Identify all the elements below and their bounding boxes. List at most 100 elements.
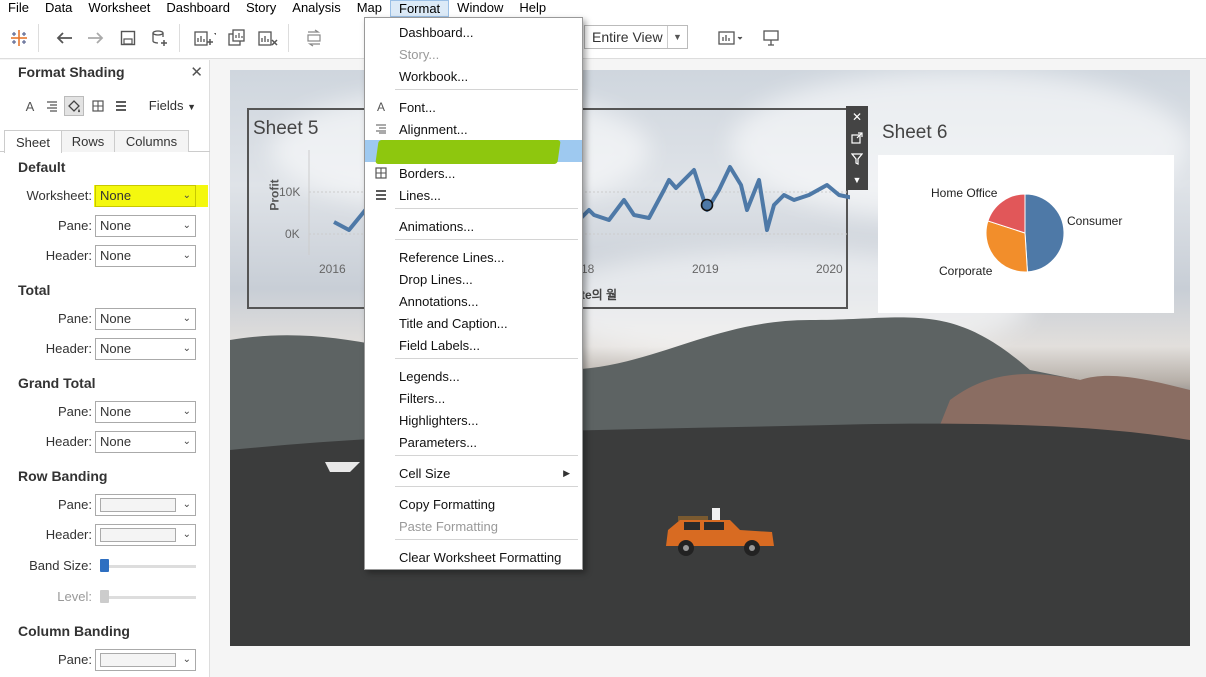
band-size-label: Band Size:: [29, 558, 92, 573]
undo-icon[interactable]: [51, 25, 77, 51]
menu-item-cell-size[interactable]: Cell Size ▶: [365, 462, 582, 484]
menubar: File Data Worksheet Dashboard Story Anal…: [0, 0, 1206, 17]
menu-item-legends[interactable]: Legends...: [365, 365, 582, 387]
lines-icon[interactable]: [111, 96, 131, 116]
grand-total-pane-value: None: [100, 404, 132, 419]
grand-total-header-select[interactable]: None ⌄: [95, 431, 196, 453]
show-cards-icon[interactable]: [718, 25, 744, 51]
total-pane-value: None: [100, 311, 132, 326]
menu-item-label: Story...: [399, 46, 440, 62]
band-size-slider[interactable]: [100, 565, 196, 568]
chevron-down-icon: ⌄: [182, 250, 191, 261]
menu-map[interactable]: Map: [349, 0, 390, 17]
font-icon[interactable]: A: [20, 96, 40, 116]
menu-item-drop-lines[interactable]: Drop Lines...: [365, 268, 582, 290]
alignment-icon[interactable]: [42, 96, 62, 116]
menu-item-clear-worksheet-formatting[interactable]: Clear Worksheet Formatting: [365, 546, 582, 568]
menu-worksheet[interactable]: Worksheet: [80, 0, 158, 17]
filter-icon[interactable]: [846, 148, 868, 169]
menu-story[interactable]: Story: [238, 0, 284, 17]
menu-item-copy-formatting[interactable]: Copy Formatting: [365, 493, 582, 515]
menu-item-title-and-caption[interactable]: Title and Caption...: [365, 312, 582, 334]
menu-format[interactable]: Format: [390, 0, 450, 17]
row-banding-pane-select[interactable]: ⌄: [95, 494, 196, 516]
sheet6-container[interactable]: Home Office Consumer Corporate: [878, 155, 1174, 313]
menu-analysis[interactable]: Analysis: [284, 0, 348, 17]
menu-data[interactable]: Data: [37, 0, 80, 17]
go-to-sheet-icon[interactable]: [846, 127, 868, 148]
borders-icon[interactable]: [88, 96, 108, 116]
lines-icon: [373, 187, 389, 203]
fields-dropdown[interactable]: Fields ▼: [149, 98, 196, 113]
default-header-value: None: [100, 248, 132, 263]
chevron-down-icon: ⌄: [182, 529, 191, 540]
menu-item-dashboard[interactable]: Dashboard...: [365, 21, 582, 43]
menu-separator: [395, 208, 578, 209]
pane-label: Pane:: [58, 311, 92, 326]
menu-item-alignment[interactable]: Alignment...: [365, 118, 582, 140]
menu-item-workbook[interactable]: Workbook...: [365, 65, 582, 87]
sheet6-pie-chart: [985, 193, 1065, 273]
sheet6-title: Sheet 6: [882, 122, 948, 143]
new-data-source-icon[interactable]: [147, 25, 173, 51]
menu-item-reference-lines[interactable]: Reference Lines...: [365, 246, 582, 268]
more-options-icon[interactable]: ▼: [846, 169, 868, 190]
menu-item-highlighters[interactable]: Highlighters...: [365, 409, 582, 431]
menu-item-label: Paste Formatting: [399, 518, 498, 534]
worksheet-label: Worksheet:: [26, 188, 92, 203]
section-total: Total: [18, 282, 51, 298]
menu-item-font[interactable]: A Font...: [365, 96, 582, 118]
total-header-select[interactable]: None ⌄: [95, 338, 196, 360]
pane-label: Pane:: [58, 497, 92, 512]
x-tick-2020: 2020: [816, 262, 843, 276]
swap-icon[interactable]: [301, 25, 327, 51]
menu-item-parameters[interactable]: Parameters...: [365, 431, 582, 453]
presentation-mode-icon[interactable]: [758, 25, 784, 51]
redo-icon[interactable]: [83, 25, 109, 51]
band-size-slider-handle[interactable]: [100, 559, 109, 572]
menu-dashboard[interactable]: Dashboard: [158, 0, 238, 17]
close-icon[interactable]: ✕: [190, 63, 203, 81]
menu-window[interactable]: Window: [449, 0, 511, 17]
save-icon[interactable]: [115, 25, 141, 51]
sheet-controls: ✕ ▼: [846, 106, 868, 190]
pie-slice-consumer[interactable]: [1024, 193, 1065, 273]
tab-rows[interactable]: Rows: [61, 130, 115, 152]
default-header-select[interactable]: None ⌄: [95, 245, 196, 267]
worksheet-shading-select[interactable]: None ⌄: [95, 185, 196, 207]
data-point-marker[interactable]: [700, 198, 714, 212]
remove-sheet-icon[interactable]: ✕: [846, 106, 868, 127]
total-pane-select[interactable]: None ⌄: [95, 308, 196, 330]
menu-item-lines[interactable]: Lines...: [365, 184, 582, 206]
menu-separator: [395, 486, 578, 487]
chevron-down-icon: ⌄: [182, 190, 191, 201]
section-row-banding: Row Banding: [18, 468, 108, 484]
menu-item-label: Clear Worksheet Formatting: [399, 549, 562, 565]
menu-item-label: Font...: [399, 99, 436, 115]
tab-columns[interactable]: Columns: [114, 130, 189, 152]
menu-item-borders[interactable]: Borders...: [365, 162, 582, 184]
menu-item-annotations[interactable]: Annotations...: [365, 290, 582, 312]
menu-help[interactable]: Help: [511, 0, 554, 17]
tableau-logo-icon[interactable]: [6, 25, 32, 51]
tab-sheet[interactable]: Sheet: [4, 130, 62, 153]
fit-dropdown[interactable]: Entire View ▼: [584, 25, 688, 49]
paint-bucket-icon[interactable]: [64, 96, 84, 116]
menu-item-field-labels[interactable]: Field Labels...: [365, 334, 582, 356]
menu-item-filters[interactable]: Filters...: [365, 387, 582, 409]
chevron-down-icon: ⌄: [182, 343, 191, 354]
pie-group: [985, 193, 1065, 273]
clear-sheet-icon[interactable]: [256, 25, 282, 51]
new-worksheet-icon[interactable]: [192, 25, 218, 51]
submenu-arrow-icon: ▶: [563, 467, 570, 478]
menu-item-animations[interactable]: Animations...: [365, 215, 582, 237]
row-banding-header-select[interactable]: ⌄: [95, 524, 196, 546]
default-pane-value: None: [100, 218, 132, 233]
duplicate-sheet-icon[interactable]: [224, 25, 250, 51]
menu-item-label: Reference Lines...: [399, 249, 505, 265]
menu-file[interactable]: File: [0, 0, 37, 17]
header-label: Header:: [45, 434, 92, 449]
grand-total-pane-select[interactable]: None ⌄: [95, 401, 196, 423]
column-banding-pane-select[interactable]: ⌄: [95, 649, 196, 671]
default-pane-select[interactable]: None ⌄: [95, 215, 196, 237]
